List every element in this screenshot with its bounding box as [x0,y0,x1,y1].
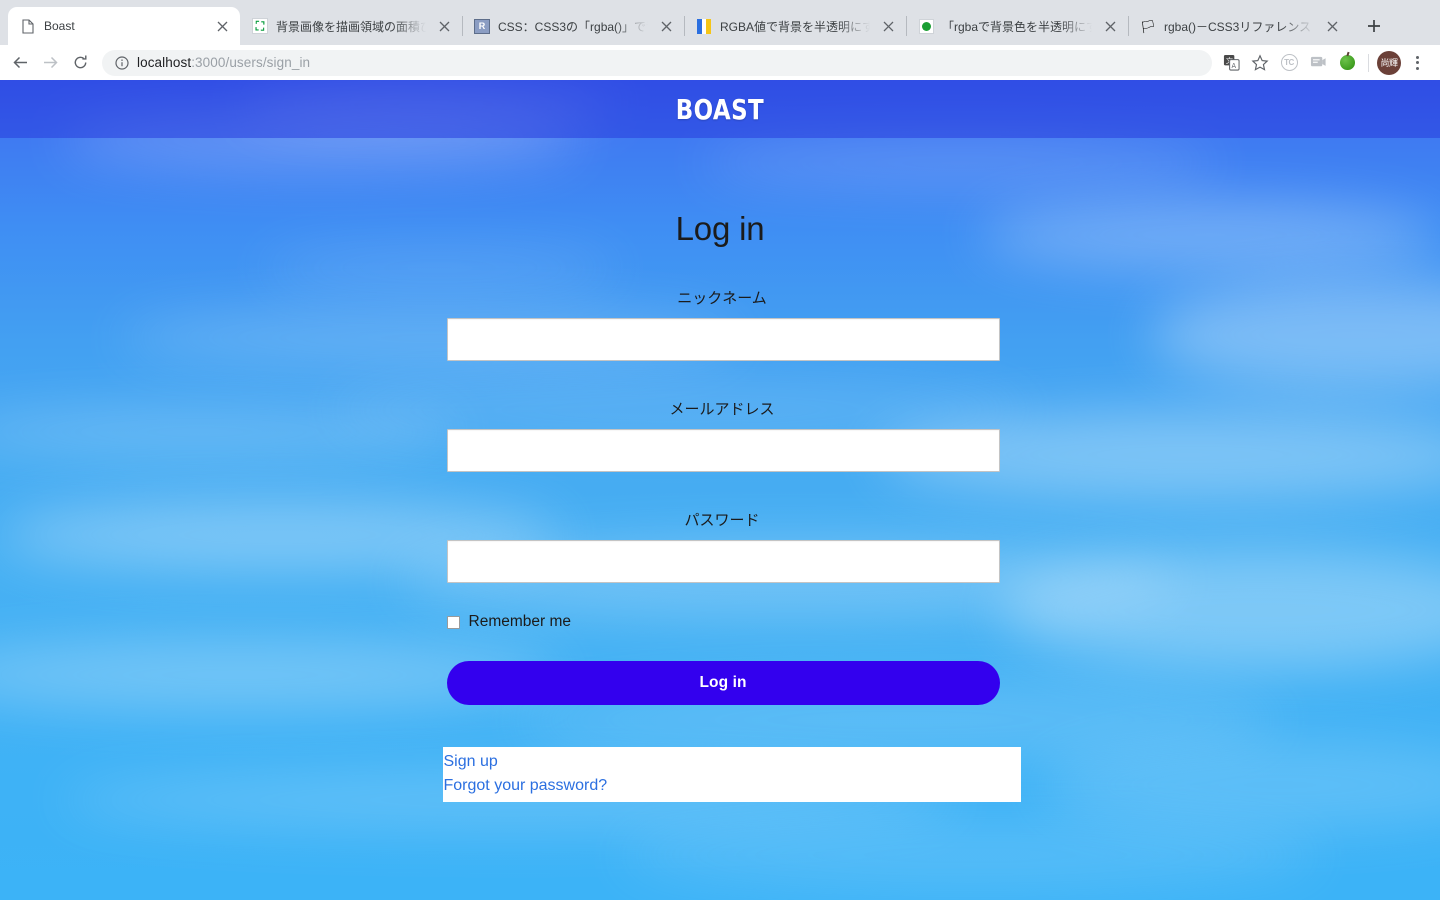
translate-icon[interactable]: 文A [1218,50,1244,76]
address-bar[interactable]: localhost:3000/users/sign_in [102,49,1212,76]
browser-tab-3[interactable]: R CSS：CSS3の「rgba()」で背 [462,7,684,45]
field-nickname: ニックネーム [446,287,1000,361]
svg-text:A: A [1231,62,1236,70]
password-input[interactable] [446,540,1000,583]
browser-tab-4[interactable]: RGBA値で背景を半透明にする [684,7,906,45]
login-button[interactable]: Log in [446,661,1000,705]
login-form: ニックネーム メールアドレス パスワード Remember me Log in [442,287,1021,802]
rainbow-heart-icon: 🏳 [1140,18,1156,34]
site-header: BOAST [0,80,1440,138]
tab-strip: Boast ⛶ 背景画像を描画領域の面積ぴっ R CSS：CSS3の「rgba(… [0,0,1440,45]
browser-window: Boast ⛶ 背景画像を描画領域の面積ぴっ R CSS：CSS3の「rgba(… [0,0,1440,900]
remember-me-checkbox[interactable] [446,615,460,629]
forward-icon[interactable] [36,49,64,77]
browser-tab-boast[interactable]: Boast [8,7,240,45]
tab-title: 背景画像を描画領域の面積ぴっ [276,19,426,34]
field-label: パスワード [684,512,760,529]
tab-title: RGBA値で背景を半透明にする [720,19,870,34]
tab-title: rgba()－CSS3リファレンス [1164,19,1312,34]
field-password: パスワード [446,509,1000,583]
nickname-input[interactable] [446,318,1000,361]
tab-title: CSS：CSS3の「rgba()」で背 [498,19,648,34]
close-icon[interactable] [1322,16,1342,36]
remember-me-label: Remember me [468,613,572,630]
kebab-menu-icon[interactable] [1404,50,1430,76]
reload-icon[interactable] [66,49,94,77]
browser-tab-6[interactable]: 🏳 rgba()－CSS3リファレンス [1128,7,1350,45]
tc-badge: TC [1280,54,1298,71]
extension-tc-icon[interactable]: TC [1276,50,1302,76]
document-icon [20,18,36,34]
green-apple-icon[interactable] [1334,50,1360,76]
field-label: メールアドレス [669,401,775,418]
close-icon[interactable] [878,16,898,36]
new-tab-button[interactable] [1360,12,1388,40]
close-icon[interactable] [434,16,454,36]
back-icon[interactable] [6,49,34,77]
page-content: Log in ニックネーム メールアドレス パスワード Remember me [0,210,1440,802]
url-host: localhost [137,55,192,70]
green-note-icon: ⛶ [252,18,268,34]
url-path: :3000/users/sign_in [191,55,311,70]
toolbar-right-actions: 文A TC 尚輝 [1218,50,1430,76]
tab-title: Boast [44,19,75,33]
remember-me-row[interactable]: Remember me [446,613,998,631]
green-dot-icon [918,18,934,34]
field-email: メールアドレス [446,398,1000,472]
chat-bubble-icon[interactable] [1305,50,1331,76]
url-text: localhost:3000/users/sign_in [137,55,310,70]
brand-logo[interactable]: BOAST [676,93,764,126]
page-viewport: BOAST Log in ニックネーム メールアドレス パスワード Rememb… [0,80,1440,900]
auth-links: Sign up Forgot your password? [442,747,1021,802]
page-title: Log in [675,210,765,247]
tab-title: 「rgbaで背景色を半透明にする [942,19,1092,34]
close-icon[interactable] [212,16,232,36]
toolbar-divider [1368,53,1369,72]
star-icon[interactable] [1247,50,1273,76]
r-box-icon: R [474,18,490,34]
browser-tab-5[interactable]: 「rgbaで背景色を半透明にする [906,7,1128,45]
close-icon[interactable] [1100,16,1120,36]
info-circle-icon [114,55,129,70]
color-bars-icon [696,18,712,34]
close-icon[interactable] [656,16,676,36]
browser-toolbar: localhost:3000/users/sign_in 文A TC 尚輝 [0,45,1440,80]
avatar[interactable]: 尚輝 [1377,50,1401,75]
sign-up-link[interactable]: Sign up [443,750,1021,774]
forgot-password-link[interactable]: Forgot your password? [443,774,1021,798]
field-label: ニックネーム [677,290,767,307]
browser-tab-2[interactable]: ⛶ 背景画像を描画領域の面積ぴっ [240,7,462,45]
email-input[interactable] [446,429,1000,472]
